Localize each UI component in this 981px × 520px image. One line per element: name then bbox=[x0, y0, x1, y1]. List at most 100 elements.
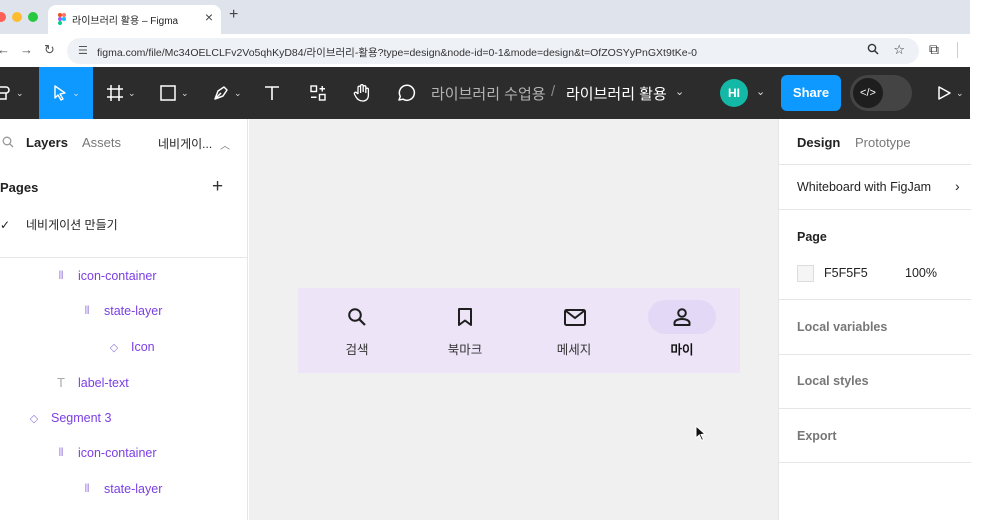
code-icon: </> bbox=[853, 78, 883, 108]
omnibox[interactable]: ☰ figma.com/file/Mc34OELCLFv2Vo5qhKyD84/… bbox=[67, 38, 919, 64]
browser-tab-bar: 라이브러리 활용 – Figma × + bbox=[0, 0, 970, 34]
text-icon bbox=[265, 86, 279, 100]
nav-label: 마이 bbox=[670, 343, 694, 357]
toolbar-divider bbox=[957, 42, 958, 58]
file-name[interactable]: 라이브러리 활용 bbox=[566, 83, 667, 104]
new-tab-button[interactable]: + bbox=[229, 6, 238, 24]
nav-segment-message[interactable]: 메세지 bbox=[519, 288, 629, 373]
maximize-window-button[interactable] bbox=[28, 12, 38, 22]
local-styles-section[interactable]: Local styles bbox=[797, 374, 869, 388]
browser-tab-figma[interactable]: 라이브러리 활용 – Figma × bbox=[48, 5, 221, 34]
file-menu-chevron-icon[interactable]: ⌄ bbox=[675, 85, 684, 98]
reload-icon[interactable]: ↻ bbox=[44, 42, 55, 58]
current-page-selector[interactable]: 네비게이... bbox=[158, 135, 212, 152]
text-tool-button[interactable] bbox=[263, 67, 285, 119]
layer-row[interactable]: ⫴ icon-container bbox=[54, 269, 157, 283]
frame-icon bbox=[107, 85, 123, 101]
page-item[interactable]: ✓ 네비게이션 만들기 bbox=[0, 216, 118, 233]
tab-prototype[interactable]: Prototype bbox=[855, 135, 911, 150]
close-tab-icon[interactable]: × bbox=[205, 9, 213, 25]
whiteboard-link[interactable]: Whiteboard with FigJam bbox=[797, 180, 931, 194]
tab-layers[interactable]: Layers bbox=[26, 135, 68, 150]
chevron-down-icon: ⌄ bbox=[234, 87, 242, 98]
comment-tool-button[interactable] bbox=[396, 67, 418, 119]
layer-name: label-text bbox=[78, 375, 129, 390]
pen-tool-button[interactable]: ⌄ bbox=[212, 67, 250, 119]
mail-icon bbox=[564, 309, 586, 326]
url-text[interactable]: figma.com/file/Mc34OELCLFv2Vo5qhKyD84/라이… bbox=[97, 45, 697, 60]
panel-divider bbox=[779, 209, 971, 210]
chevron-down-icon: ⌄ bbox=[956, 87, 964, 98]
avatar[interactable]: HI bbox=[720, 79, 748, 107]
page-name: 네비게이션 만들기 bbox=[26, 218, 118, 232]
bookmark-star-icon[interactable]: ☆ bbox=[893, 42, 905, 58]
text-icon: T bbox=[57, 375, 65, 390]
add-page-button[interactable]: + bbox=[212, 176, 223, 198]
layer-name: icon-container bbox=[78, 446, 157, 460]
nav-segment-bookmark[interactable]: 북마크 bbox=[410, 288, 520, 373]
layer-row[interactable]: Tlabel-text bbox=[54, 375, 129, 390]
layers-panel: Layers Assets 네비게이... ︿ Pages + ✓ 네비게이션 만… bbox=[0, 119, 248, 520]
instance-icon: ◇ bbox=[109, 341, 119, 354]
move-tool-button[interactable]: ⌄ bbox=[39, 67, 93, 119]
chevron-up-icon[interactable]: ︿ bbox=[220, 137, 230, 152]
page-section-title: Page bbox=[797, 230, 827, 244]
bookmark-icon bbox=[458, 308, 472, 326]
layer-row[interactable]: ◇ Icon bbox=[107, 340, 155, 354]
breadcrumb-project[interactable]: 라이브러리 수업용 bbox=[431, 83, 546, 104]
address-bar-row: ← → ↻ ☰ figma.com/file/Mc34OELCLFv2Vo5qh… bbox=[0, 34, 970, 67]
play-icon bbox=[938, 86, 951, 100]
layer-name: Segment 3 bbox=[51, 411, 112, 425]
design-canvas[interactable]: 검색 북마크 메세지 마이 bbox=[249, 119, 778, 520]
avatar-chevron-icon[interactable]: ⌄ bbox=[756, 85, 765, 98]
panel-divider bbox=[779, 462, 971, 463]
comment-icon bbox=[398, 84, 416, 102]
dev-mode-toggle[interactable]: </> bbox=[850, 75, 912, 111]
shape-tool-button[interactable]: ⌄ bbox=[159, 67, 197, 119]
layer-row[interactable]: ⫴ state-layer bbox=[80, 304, 163, 318]
chevron-down-icon: ⌄ bbox=[16, 87, 24, 98]
nav-label: 메세지 bbox=[556, 343, 592, 357]
nav-label: 검색 bbox=[345, 343, 369, 357]
share-button[interactable]: Share bbox=[781, 75, 841, 111]
site-settings-icon[interactable]: ☰ bbox=[78, 44, 88, 57]
auto-layout-icon: ⫴ bbox=[58, 269, 64, 282]
layer-row[interactable]: ⫴ state-layer bbox=[80, 482, 163, 496]
present-button[interactable]: ⌄ bbox=[936, 67, 970, 119]
figma-toolbar: ⌄ ⌄ ⌄ ⌄ ⌄ 라이브러리 수업용 / 라이브러리 활용 ⌄ HI ⌄ Sh… bbox=[0, 67, 970, 119]
chevron-right-icon[interactable]: › bbox=[955, 178, 960, 194]
cursor-icon bbox=[54, 85, 66, 101]
extensions-icon[interactable]: ⧉ bbox=[929, 41, 939, 58]
local-variables-section[interactable]: Local variables bbox=[797, 320, 887, 334]
navigation-bar-frame[interactable]: 검색 북마크 메세지 마이 bbox=[298, 288, 740, 373]
figma-menu-icon bbox=[0, 86, 10, 100]
back-icon[interactable]: ← bbox=[0, 42, 10, 57]
forward-icon[interactable]: → bbox=[20, 42, 33, 57]
close-window-button[interactable] bbox=[0, 12, 6, 22]
export-section[interactable]: Export bbox=[797, 429, 837, 443]
chevron-down-icon: ⌄ bbox=[181, 87, 189, 98]
pages-title: Pages bbox=[0, 180, 39, 195]
hand-tool-button[interactable] bbox=[352, 67, 374, 119]
page-opacity-value[interactable]: 100% bbox=[905, 266, 937, 280]
tab-assets[interactable]: Assets bbox=[82, 135, 121, 150]
layer-row[interactable]: ⫴ icon-container bbox=[54, 446, 157, 460]
page-color-value[interactable]: F5F5F5 bbox=[824, 266, 868, 280]
layer-name: Icon bbox=[131, 340, 155, 354]
main-menu-button[interactable]: ⌄ bbox=[0, 67, 34, 119]
auto-layout-icon: ⫴ bbox=[58, 446, 64, 459]
search-icon bbox=[348, 308, 366, 326]
frame-tool-button[interactable]: ⌄ bbox=[106, 67, 144, 119]
components-icon bbox=[310, 85, 326, 101]
figma-logo-icon bbox=[58, 13, 66, 25]
page-color-swatch[interactable] bbox=[797, 265, 814, 282]
zoom-icon[interactable] bbox=[867, 43, 879, 58]
nav-segment-my[interactable]: 마이 bbox=[627, 288, 737, 373]
layer-row[interactable]: ◇ Segment 3 bbox=[27, 411, 112, 425]
resources-tool-button[interactable] bbox=[309, 67, 331, 119]
layer-name: state-layer bbox=[104, 304, 163, 318]
minimize-window-button[interactable] bbox=[12, 12, 22, 22]
tab-design[interactable]: Design bbox=[797, 135, 840, 150]
search-icon[interactable] bbox=[2, 136, 14, 148]
nav-segment-search[interactable]: 검색 bbox=[302, 288, 412, 373]
